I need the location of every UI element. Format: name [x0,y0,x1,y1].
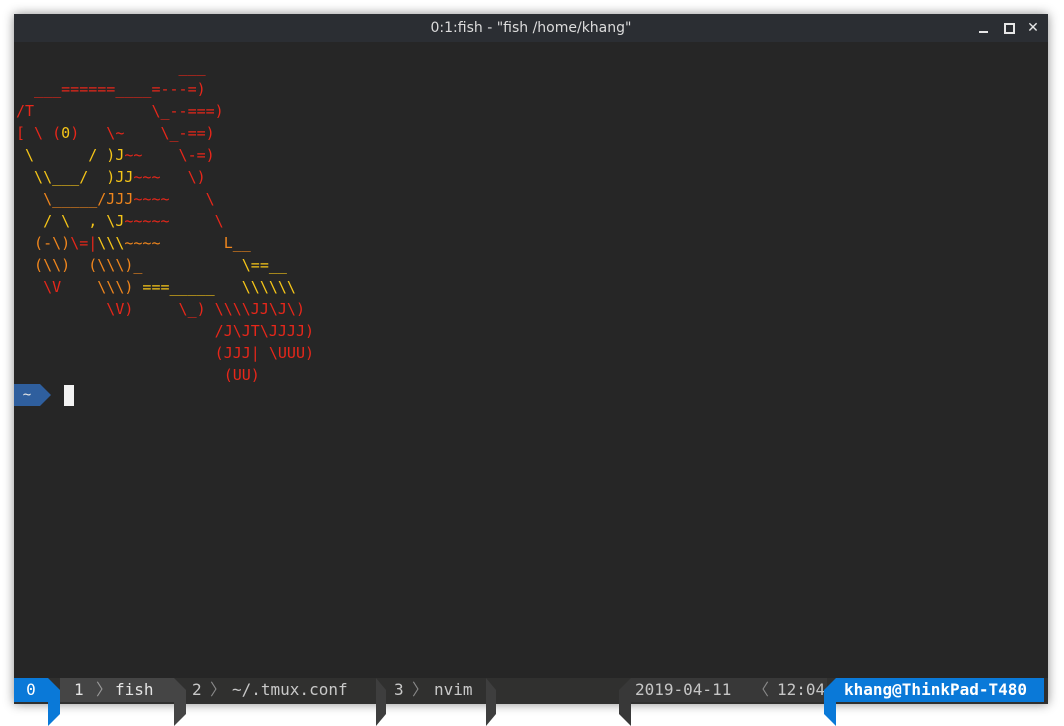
chevron-left-icon [619,678,631,726]
art-line: ___ [16,58,206,76]
art-segment: ~~~ \) [133,168,206,186]
art-line: / \ , \J~~~~~ \ [16,212,224,230]
art-segment: ~~ \-=) [124,146,215,164]
art-line: (UU) [16,366,260,384]
art-segment: /T \_--===) [16,102,224,120]
art-segment: 0 [61,124,71,142]
art-segment: (UU) [16,366,260,384]
art-line: (JJJ| \UUU) [16,344,314,362]
art-line: \\___/ )JJ~~~ \) [16,168,206,186]
art-line: ___======____=---=) [16,80,206,98]
art-segment: ~~~~~ \ [124,212,224,230]
window-name: fish [115,680,154,699]
terminal-window: 0:1:fish - "fish /home/khang" ✕ ___ ___=… [14,14,1048,726]
chevron-right-icon [174,678,186,726]
tmux-status-bar: 0 1 〉 fish 2 〉 ~/.tmux.conf 3 〉 nvim 201… [14,678,1048,726]
art-line: (-\)\=|\\\~~~~ L__ [16,234,251,252]
chevron-right-icon [48,678,60,726]
art-segment: ) \~ \_-==) [70,124,215,142]
close-icon[interactable]: ✕ [1023,18,1043,38]
art-segment: / \ , \J [16,212,125,230]
art-segment: ===_____ \\\\\\ [133,278,296,296]
window-index: 3 [394,680,404,699]
session-index[interactable]: 0 [14,678,48,702]
chevron-right-icon [486,678,496,726]
art-segment: \==__ [142,256,287,274]
window-index: 2 [192,680,202,699]
art-segment: (\\) (\\\)_ [16,256,143,274]
art-segment: ___======____=---=) [16,80,206,98]
art-segment: [ \ ( [16,124,62,142]
clock-segment: 2019-04-11 〈 12:04 [631,678,827,702]
window-title: 0:1:fish - "fish /home/khang" [430,20,632,36]
window-name: ~/.tmux.conf [232,680,348,699]
art-segment: \V [16,278,98,296]
art-line: /T \_--===) [16,102,224,120]
art-segment: \_____/JJJ [16,190,134,208]
text-cursor [64,385,74,406]
art-segment: \\___/ )JJ [16,168,134,186]
art-line: \V) \_) \\\\JJ\J\) [16,300,305,318]
date-text: 2019-04-11 [635,680,732,699]
art-segment: ~~~~ \ [133,190,215,208]
separator-icon: 〉 [96,680,113,699]
window-tab-active[interactable]: 1 〉 fish [60,678,174,702]
art-segment: \ / )J [16,146,125,164]
separator-icon: 〈 [753,680,770,699]
prompt-cwd: ~ [14,384,40,406]
art-line: \ / )J~~ \-=) [16,146,215,164]
art-line: [ \ (0) \~ \_-==) [16,124,215,142]
separator-icon: 〉 [210,680,227,699]
separator-icon: 〉 [412,680,429,699]
art-line: \_____/JJJ~~~~ \ [16,190,215,208]
ascii-art: ___ ___======____=---=) /T \_--===) [ \ … [16,56,314,386]
hostname: khang@ThinkPad-T480 [836,678,1044,702]
terminal-content[interactable]: ___ ___======____=---=) /T \_--===) [ \ … [14,42,1048,678]
chevron-left-icon [824,678,836,726]
window-index: 1 [74,680,84,699]
art-segment: /J\JT\JJJJ) [16,322,315,340]
window-tab[interactable]: 3 〉 nvim [394,678,494,702]
art-segment: (JJJ| \UUU) [16,344,315,362]
art-segment: ~~~~ L__ [124,234,251,252]
art-line: (\\) (\\\)_ \==__ [16,256,287,274]
art-segment: \\\) [97,278,134,296]
title-bar[interactable]: 0:1:fish - "fish /home/khang" ✕ [14,14,1048,42]
art-segment: \=| [70,234,98,252]
window-name: nvim [434,680,473,699]
art-segment: \V) \_) \\\\JJ\J\) [16,300,305,318]
minimize-icon[interactable] [974,18,994,38]
art-segment: ___ [16,58,206,76]
chevron-right-icon [376,678,386,726]
prompt-arrow-icon [40,384,51,406]
art-line: \V \\\) ===_____ \\\\\\ [16,278,296,296]
art-segment: (-\) [16,234,71,252]
time-text: 12:04 [777,680,826,699]
art-line: /J\JT\JJJJ) [16,322,314,340]
window-tab[interactable]: 2 〉 ~/.tmux.conf [192,678,370,702]
hostname-text: khang@ThinkPad-T480 [844,680,1028,699]
art-segment: \\\ [97,234,125,252]
maximize-icon[interactable] [999,18,1019,38]
